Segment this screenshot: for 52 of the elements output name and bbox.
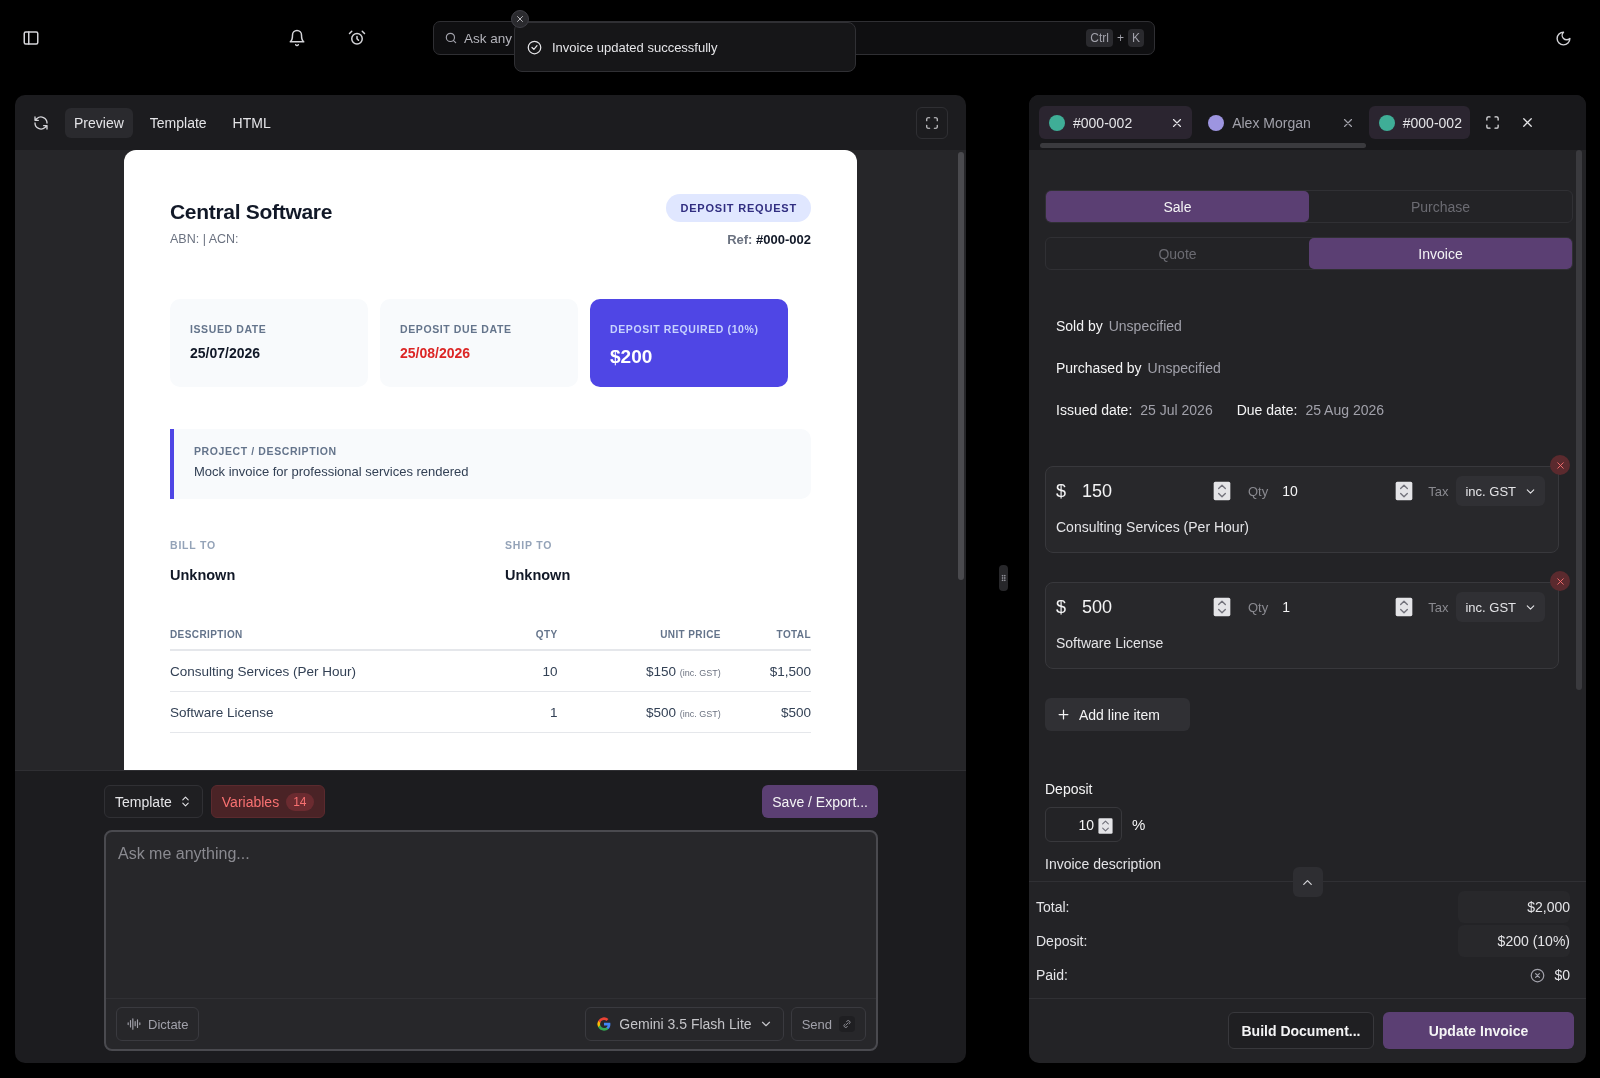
- card-label: DEPOSIT REQUIRED (10%): [610, 323, 760, 335]
- summary-label: Total:: [1036, 899, 1070, 915]
- card-label: ISSUED DATE: [190, 323, 268, 335]
- table-cell: Software License: [170, 691, 510, 733]
- column-header: UNIT PRICE: [557, 629, 721, 650]
- table-cell: $1,500: [720, 650, 811, 692]
- card-value: 25/08/2026: [400, 345, 472, 361]
- field-label: Deposit: [1045, 781, 1094, 797]
- field-label: Due date:: [1236, 402, 1298, 418]
- field-label: Purchased by: [1056, 360, 1142, 376]
- count-badge: 14: [286, 792, 314, 811]
- party-name: Unknown: [505, 567, 572, 583]
- table-cell: 1: [510, 691, 558, 733]
- section-label: BILL TO: [170, 539, 218, 551]
- column-header: QTY: [510, 629, 558, 650]
- card-value: $200: [610, 346, 654, 368]
- table-cell: $150 (inc. GST): [557, 650, 721, 692]
- column-header: TOTAL: [720, 629, 811, 650]
- summary-value: $0: [1554, 967, 1570, 983]
- field-label: Tax: [1428, 483, 1449, 499]
- field-label: Qty: [1248, 483, 1269, 499]
- shortcut-key: K: [1128, 29, 1144, 47]
- section-label: PROJECT / DESCRIPTION: [194, 445, 338, 457]
- section-label: SHIP TO: [505, 539, 554, 551]
- document-type-badge: DEPOSIT REQUEST: [666, 194, 811, 222]
- summary-value: $2,000: [1458, 891, 1570, 923]
- field-label: Issued date:: [1056, 402, 1133, 418]
- field-label: Qty: [1248, 599, 1269, 615]
- card-value: 25/07/2026: [190, 345, 262, 361]
- company-ids: ABN: | ACN:: [170, 232, 240, 246]
- toast-message: Invoice updated successfully: [552, 39, 718, 55]
- card-label: DEPOSIT DUE DATE: [400, 323, 513, 335]
- plus-sign: +: [1116, 31, 1124, 45]
- party-name: Unknown: [170, 567, 237, 583]
- column-header: DESCRIPTION: [170, 629, 510, 650]
- reference-number: Ref: #000-002: [727, 232, 811, 247]
- currency-symbol: $: [1056, 480, 1067, 502]
- description-text: Mock invoice for professional services rendered: [194, 464, 470, 479]
- summary-value: $200 (10%): [1458, 925, 1570, 957]
- section-heading: Invoice description: [1045, 856, 1162, 872]
- company-name: Central Software: [170, 200, 333, 224]
- table-cell: $500: [720, 691, 811, 733]
- table-cell: Consulting Services (Per Hour): [170, 650, 510, 692]
- field-label: Tax: [1428, 599, 1449, 615]
- shortcut-key: Ctrl: [1086, 29, 1113, 47]
- unit-label: %: [1132, 816, 1146, 833]
- table-cell: 10: [510, 650, 558, 692]
- summary-label: Paid:: [1036, 967, 1068, 983]
- table-cell: $500 (inc. GST): [557, 691, 721, 733]
- summary-label: Deposit:: [1036, 933, 1088, 949]
- currency-symbol: $: [1056, 596, 1067, 618]
- field-label: Sold by: [1056, 318, 1103, 334]
